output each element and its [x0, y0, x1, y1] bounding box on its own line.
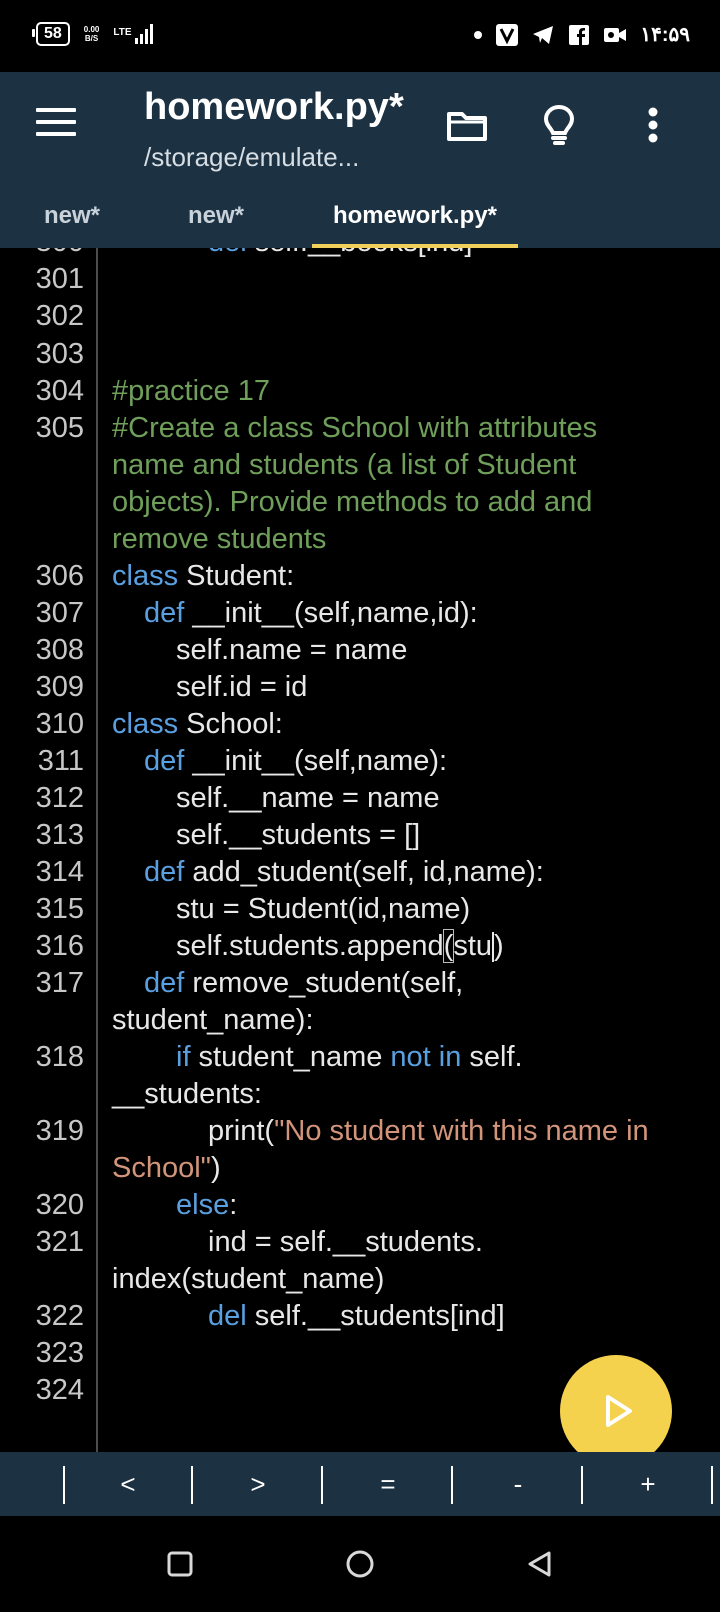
file-title: homework.py* — [144, 86, 404, 128]
more-vert-icon[interactable] — [630, 102, 676, 148]
menu-icon[interactable] — [36, 108, 76, 138]
run-button[interactable] — [560, 1355, 672, 1467]
app-bar: homework.py* /storage/emulate... — [0, 72, 720, 184]
signal-icon — [134, 24, 153, 44]
code-editor[interactable]: 300 del self.__books[ind] 301 302 303 30… — [0, 248, 720, 1452]
tab-new-1[interactable]: new* — [20, 184, 124, 248]
file-path: /storage/emulate... — [144, 142, 360, 172]
tab-new-2[interactable]: new* — [164, 184, 268, 248]
status-time: ۱۴:۵۹ — [640, 24, 690, 46]
nav-home-icon[interactable] — [338, 1542, 382, 1586]
tab-bar: new* new* homework.py* — [0, 184, 720, 248]
nav-recents-icon[interactable] — [158, 1542, 202, 1586]
vpn-app-icon — [496, 23, 519, 46]
symbol-key-eq[interactable]: = — [358, 1452, 418, 1516]
video-call-icon — [604, 24, 627, 46]
lightbulb-icon[interactable] — [536, 102, 582, 148]
telegram-icon — [532, 24, 554, 46]
facebook-icon — [568, 24, 590, 46]
gutter-divider — [96, 248, 98, 1452]
symbol-key-gt[interactable]: > — [228, 1452, 288, 1516]
system-nav-bar — [0, 1516, 720, 1612]
nav-back-icon[interactable] — [518, 1542, 562, 1586]
tab-homework[interactable]: homework.py* — [312, 184, 518, 248]
symbol-key-plus[interactable]: + — [618, 1452, 678, 1516]
symbol-key-minus[interactable]: - — [488, 1452, 548, 1516]
symbol-key-lt[interactable]: < — [98, 1452, 158, 1516]
notification-dot-icon — [474, 30, 483, 39]
status-bar: 58 0.00 B/S LTE ۱۴:۵۹ — [0, 0, 720, 72]
play-icon — [606, 1395, 632, 1427]
network-type: LTE — [113, 27, 132, 38]
symbol-bar: < > = - + — [0, 1452, 720, 1516]
folder-icon[interactable] — [444, 102, 490, 148]
battery-indicator: 58 — [32, 22, 70, 46]
matched-bracket: ( — [442, 929, 455, 963]
net-speed: 0.00 B/S — [83, 25, 100, 43]
